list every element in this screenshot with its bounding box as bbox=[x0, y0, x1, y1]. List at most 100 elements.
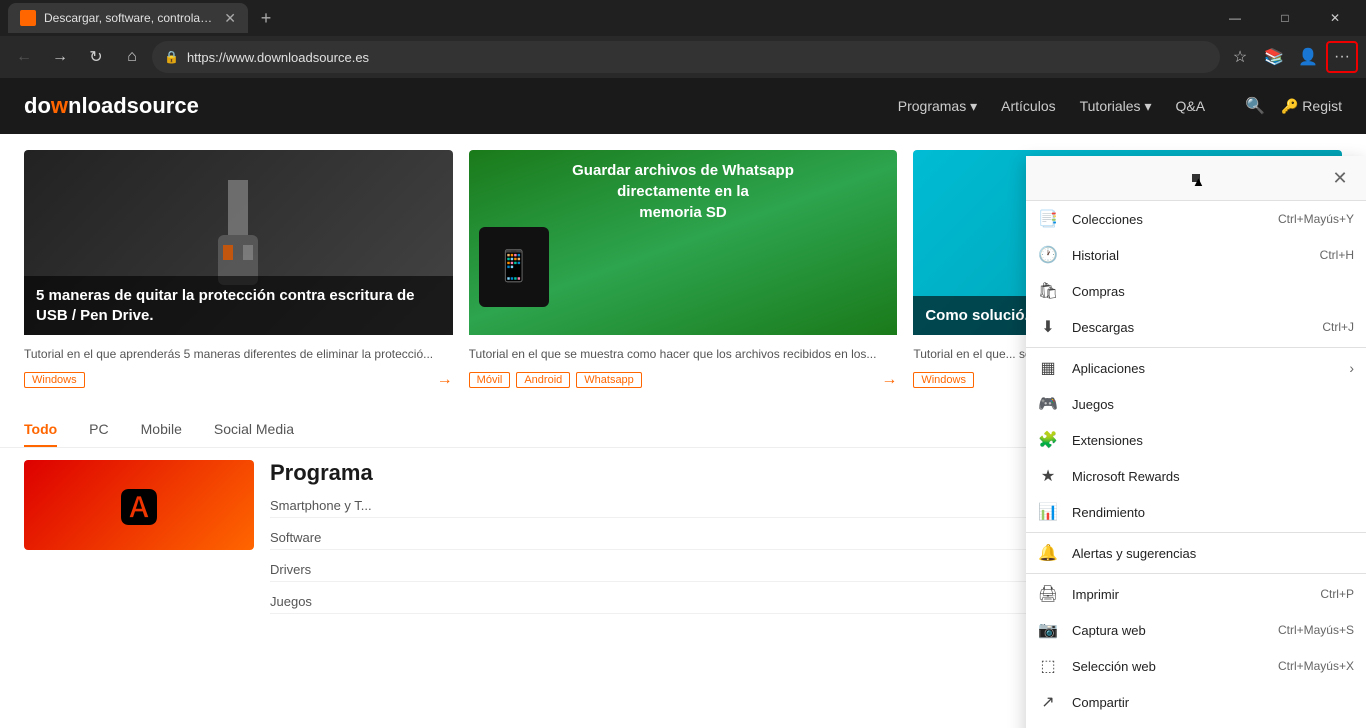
menu-sep-2 bbox=[1026, 532, 1366, 533]
menu-label-historial: Historial bbox=[1072, 248, 1306, 263]
collections-button[interactable]: 📚 bbox=[1258, 41, 1290, 73]
menu-item-juegos[interactable]: 🎮 Juegos bbox=[1026, 386, 1366, 422]
card-whatsapp-description: Tutorial en el que se muestra como hacer… bbox=[469, 345, 898, 363]
menu-label-compras: Compras bbox=[1072, 284, 1340, 299]
clock-icon: 🕐 bbox=[1038, 245, 1058, 265]
menu-item-buscar[interactable]: 🔍 Buscar en la página Ctrl+F bbox=[1026, 720, 1366, 728]
menu-top-bar: ▲ ✕ bbox=[1026, 156, 1366, 201]
menu-item-seleccion[interactable]: ⬚ Selección web Ctrl+Mayús+X bbox=[1026, 648, 1366, 684]
minimize-button[interactable]: — bbox=[1212, 0, 1258, 36]
tag-windows[interactable]: Windows bbox=[24, 372, 85, 388]
tag-windows-wifi[interactable]: Windows bbox=[913, 372, 974, 388]
nav-actions: 🔍 🔑 Regist bbox=[1245, 96, 1342, 116]
forward-button[interactable]: → bbox=[44, 41, 76, 73]
site-header: downloadsource Programas ▾ Artículos Tut… bbox=[0, 78, 1366, 134]
menu-shortcut-seleccion: Ctrl+Mayús+X bbox=[1278, 659, 1354, 673]
card-whatsapp[interactable]: Guardar archivos de Whatsappdirectamente… bbox=[469, 150, 898, 393]
tab-todo[interactable]: Todo bbox=[24, 421, 57, 447]
tab-mobile[interactable]: Mobile bbox=[141, 421, 182, 447]
tab-close-button[interactable]: ✕ bbox=[224, 10, 236, 27]
menu-shortcut-historial: Ctrl+H bbox=[1320, 248, 1354, 262]
register-button[interactable]: 🔑 Regist bbox=[1281, 98, 1342, 115]
site-logo: downloadsource bbox=[24, 93, 199, 119]
menu-item-rendimiento[interactable]: 📊 Rendimiento bbox=[1026, 494, 1366, 530]
nav-articulos[interactable]: Artículos bbox=[1001, 98, 1055, 115]
card-usb-body: Tutorial en el que aprenderás 5 maneras … bbox=[24, 335, 453, 393]
menu-item-captura[interactable]: 📷 Captura web Ctrl+Mayús+S bbox=[1026, 612, 1366, 648]
menu-label-compartir: Compartir bbox=[1072, 695, 1354, 710]
menu-label-imprimir: Imprimir bbox=[1072, 587, 1306, 602]
menu-label-alertas: Alertas y sugerencias bbox=[1072, 546, 1354, 561]
navigation-bar: ← → ↻ ⌂ 🔒 https://www.downloadsource.es … bbox=[0, 36, 1366, 78]
profile-button[interactable]: 👤 bbox=[1292, 41, 1324, 73]
menu-item-extensiones[interactable]: 🧩 Extensiones bbox=[1026, 422, 1366, 458]
menu-label-seleccion: Selección web bbox=[1072, 659, 1264, 674]
card-usb-image: 5 maneras de quitar la protección contra… bbox=[24, 150, 453, 335]
card-whatsapp-image: Guardar archivos de Whatsappdirectamente… bbox=[469, 150, 898, 335]
selection-icon: ⬚ bbox=[1038, 656, 1058, 676]
logo-w: w bbox=[51, 93, 68, 118]
menu-item-colecciones[interactable]: 📑 Colecciones Ctrl+Mayús+Y bbox=[1026, 201, 1366, 237]
menu-shortcut-captura: Ctrl+Mayús+S bbox=[1278, 623, 1354, 637]
download-icon: ⬇ bbox=[1038, 317, 1058, 337]
menu-label-rewards: Microsoft Rewards bbox=[1072, 469, 1354, 484]
menu-sep-1 bbox=[1026, 347, 1366, 348]
menu-item-compras[interactable]: 🛍 Compras bbox=[1026, 273, 1366, 309]
menu-item-compartir[interactable]: ↗ Compartir bbox=[1026, 684, 1366, 720]
menu-item-historial[interactable]: 🕐 Historial Ctrl+H bbox=[1026, 237, 1366, 273]
tab-social-media[interactable]: Social Media bbox=[214, 421, 294, 447]
card-usb[interactable]: 5 maneras de quitar la protección contra… bbox=[24, 150, 453, 393]
address-bar[interactable]: 🔒 https://www.downloadsource.es bbox=[152, 41, 1220, 73]
star-icon: ★ bbox=[1038, 466, 1058, 486]
card-whatsapp-tags: Móvil Android Whatsapp → bbox=[469, 371, 898, 389]
menu-item-descargas[interactable]: ⬇ Descargas Ctrl+J bbox=[1026, 309, 1366, 345]
edge-menu-button[interactable]: ··· bbox=[1326, 41, 1358, 73]
site-search-icon[interactable]: 🔍 bbox=[1245, 96, 1265, 116]
share-icon: ↗ bbox=[1038, 692, 1058, 712]
menu-label-colecciones: Colecciones bbox=[1072, 212, 1264, 227]
tag-movil[interactable]: Móvil bbox=[469, 372, 511, 388]
menu-shortcut-descargas: Ctrl+J bbox=[1322, 320, 1354, 334]
card-usb-arrow[interactable]: → bbox=[437, 371, 453, 389]
nav-qa[interactable]: Q&A bbox=[1175, 98, 1205, 115]
menu-label-aplicaciones: Aplicaciones bbox=[1072, 361, 1331, 376]
window-controls: — □ ✕ bbox=[1212, 0, 1358, 36]
favorites-button[interactable]: ☆ bbox=[1224, 41, 1256, 73]
menu-indicator: ▲ bbox=[1192, 174, 1200, 182]
menu-shortcut-imprimir: Ctrl+P bbox=[1320, 587, 1354, 601]
lock-icon: 🔒 bbox=[164, 50, 179, 64]
menu-sep-3 bbox=[1026, 573, 1366, 574]
menu-item-aplicaciones[interactable]: ▦ Aplicaciones › bbox=[1026, 350, 1366, 386]
menu-label-captura: Captura web bbox=[1072, 623, 1264, 638]
tab-pc[interactable]: PC bbox=[89, 421, 108, 447]
tag-android[interactable]: Android bbox=[516, 372, 570, 388]
nav-programas[interactable]: Programas ▾ bbox=[898, 98, 977, 115]
printer-icon: 🖨 bbox=[1038, 584, 1058, 604]
menu-label-descargas: Descargas bbox=[1072, 320, 1308, 335]
site-nav: Programas ▾ Artículos Tutoriales ▾ Q&A bbox=[898, 98, 1205, 115]
nav-right-buttons: ☆ 📚 👤 ··· bbox=[1224, 41, 1358, 73]
menu-close-button[interactable]: ✕ bbox=[1324, 162, 1356, 194]
puzzle-icon: 🧩 bbox=[1038, 430, 1058, 450]
maximize-button[interactable]: □ bbox=[1262, 0, 1308, 36]
menu-item-rewards[interactable]: ★ Microsoft Rewards bbox=[1026, 458, 1366, 494]
tab-title: Descargar, software, controlador bbox=[44, 11, 216, 25]
camera-icon: 📷 bbox=[1038, 620, 1058, 640]
tab-bar: Descargar, software, controlador ✕ + — □… bbox=[0, 0, 1366, 36]
new-tab-button[interactable]: + bbox=[252, 4, 280, 32]
bell-icon: 🔔 bbox=[1038, 543, 1058, 563]
browser-tab[interactable]: Descargar, software, controlador ✕ bbox=[8, 3, 248, 33]
menu-arrow-aplicaciones: › bbox=[1349, 360, 1354, 376]
nav-tutoriales[interactable]: Tutoriales ▾ bbox=[1080, 98, 1152, 115]
tag-whatsapp[interactable]: Whatsapp bbox=[576, 372, 642, 388]
menu-item-alertas[interactable]: 🔔 Alertas y sugerencias bbox=[1026, 535, 1366, 571]
menu-label-juegos: Juegos bbox=[1072, 397, 1354, 412]
gamepad-icon: 🎮 bbox=[1038, 394, 1058, 414]
refresh-button[interactable]: ↻ bbox=[80, 41, 112, 73]
close-window-button[interactable]: ✕ bbox=[1312, 0, 1358, 36]
home-button[interactable]: ⌂ bbox=[116, 41, 148, 73]
back-button[interactable]: ← bbox=[8, 41, 40, 73]
menu-item-imprimir[interactable]: 🖨 Imprimir Ctrl+P bbox=[1026, 576, 1366, 612]
card-whatsapp-arrow[interactable]: → bbox=[881, 371, 897, 389]
menu-label-extensiones: Extensiones bbox=[1072, 433, 1354, 448]
